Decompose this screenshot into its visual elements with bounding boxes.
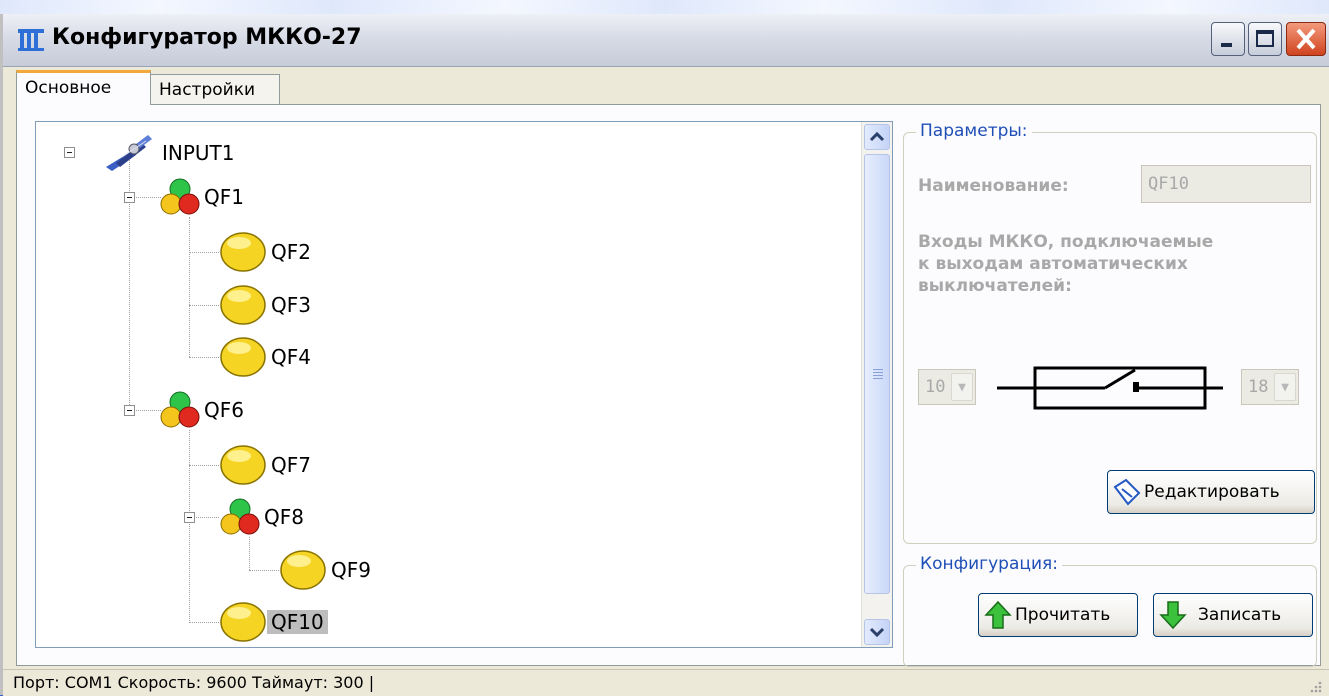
tree-connector bbox=[249, 570, 279, 571]
right-input-value: 18 bbox=[1248, 377, 1269, 397]
tree-connector bbox=[189, 305, 219, 306]
tree-node-label: QF9 bbox=[331, 558, 371, 582]
tree-node-qf10[interactable]: QF10 bbox=[219, 602, 328, 642]
tree-node-qf4[interactable]: QF4 bbox=[219, 337, 315, 377]
yellow-ball-icon bbox=[220, 232, 266, 272]
tree-node-label: QF4 bbox=[271, 345, 311, 369]
parameters-group-title: Параметры: bbox=[916, 121, 1032, 141]
name-field[interactable] bbox=[1141, 165, 1311, 203]
chevron-down-icon bbox=[869, 627, 885, 638]
configuration-group-title: Конфигурация: bbox=[916, 554, 1062, 574]
tree-node-qf3[interactable]: QF3 bbox=[219, 285, 315, 325]
satellite-icon bbox=[106, 135, 152, 171]
write-button-label: Записать bbox=[1198, 605, 1282, 625]
window-title: Конфигуратор МККО-27 bbox=[52, 25, 362, 50]
right-input-select[interactable]: 18 ▼ bbox=[1241, 369, 1299, 405]
tree-node-label: QF3 bbox=[271, 293, 311, 317]
tree-connector bbox=[189, 252, 219, 253]
name-label: Наименование: bbox=[918, 176, 1069, 196]
tree-node-qf9[interactable]: QF9 bbox=[279, 550, 375, 590]
arrow-up-icon bbox=[984, 600, 1012, 629]
left-input-value: 10 bbox=[925, 377, 946, 397]
tree-node-qf1[interactable]: QF1 bbox=[160, 177, 248, 217]
rgb-balls-icon bbox=[220, 498, 260, 535]
tree-node-label: QF1 bbox=[204, 185, 244, 209]
tree-expander[interactable] bbox=[124, 405, 135, 416]
tree-expander[interactable] bbox=[124, 192, 135, 203]
chevron-down-icon: ▼ bbox=[951, 373, 973, 401]
minimize-button[interactable] bbox=[1211, 22, 1245, 56]
tree-node-qf7[interactable]: QF7 bbox=[219, 445, 315, 485]
read-button[interactable]: Прочитать bbox=[978, 593, 1138, 637]
tree-node-label: QF6 bbox=[204, 398, 244, 422]
tree-node-qf6[interactable]: QF6 bbox=[160, 390, 248, 430]
tree-connector bbox=[189, 622, 219, 623]
tree-node-label: QF2 bbox=[271, 240, 311, 264]
tree-connector bbox=[189, 217, 190, 357]
title-bar[interactable]: Конфигуратор МККО-27 bbox=[3, 14, 1329, 67]
status-bar: Порт: COM1 Скорость: 9600 Таймаут: 300 | bbox=[3, 669, 1329, 696]
scroll-thumb[interactable] bbox=[864, 154, 890, 594]
tab-main[interactable]: Основное bbox=[16, 70, 151, 105]
yellow-ball-icon bbox=[280, 550, 326, 590]
tab-settings[interactable]: Настройки bbox=[150, 74, 280, 104]
tree-connector bbox=[189, 357, 219, 358]
scroll-up-button[interactable] bbox=[864, 124, 890, 150]
app-logo-icon bbox=[18, 29, 44, 51]
write-button[interactable]: Записать bbox=[1153, 593, 1313, 637]
status-text: Порт: COM1 Скорость: 9600 Таймаут: 300 | bbox=[13, 673, 375, 692]
tree-node-label: QF7 bbox=[271, 453, 311, 477]
read-button-label: Прочитать bbox=[1015, 605, 1111, 625]
rgb-balls-icon bbox=[160, 178, 200, 215]
yellow-ball-icon bbox=[220, 337, 266, 377]
rgb-balls-icon bbox=[160, 391, 200, 428]
edit-button[interactable]: Редактировать bbox=[1107, 470, 1315, 514]
left-input-select[interactable]: 10 ▼ bbox=[918, 369, 976, 405]
tree-node-qf2[interactable]: QF2 bbox=[219, 232, 315, 272]
inputs-label-line1: Входы МККО, подключаемые bbox=[918, 232, 1214, 252]
scroll-down-button[interactable] bbox=[864, 619, 890, 645]
tree-expander[interactable] bbox=[184, 512, 195, 523]
yellow-ball-icon bbox=[220, 602, 266, 642]
maximize-button[interactable] bbox=[1248, 22, 1282, 56]
chevron-up-icon bbox=[869, 131, 885, 142]
tree-node-label: INPUT1 bbox=[162, 141, 235, 165]
tree-scrollbar[interactable] bbox=[861, 122, 892, 647]
tree-node-label: QF10 bbox=[267, 610, 328, 634]
close-button[interactable] bbox=[1286, 22, 1326, 56]
tree-node-label: QF8 bbox=[264, 505, 304, 529]
minimize-icon bbox=[1221, 43, 1232, 47]
tree-node-input1[interactable]: INPUT1 bbox=[102, 133, 239, 173]
tree-expander[interactable] bbox=[64, 147, 75, 158]
inputs-label-line3: выключателей: bbox=[918, 276, 1072, 296]
yellow-ball-icon bbox=[220, 445, 266, 485]
breaker-switch-icon bbox=[997, 366, 1223, 410]
tree-connector bbox=[189, 430, 190, 623]
tree-node-qf8[interactable]: QF8 bbox=[220, 497, 308, 537]
device-tree[interactable]: INPUT1 QF1 QF2 QF3 QF4 QF6 QF7 QF8 QF9 Q… bbox=[35, 121, 893, 648]
tree-connector bbox=[249, 537, 250, 570]
edit-icon bbox=[1113, 478, 1141, 506]
resize-grip-icon[interactable] bbox=[1307, 678, 1323, 694]
yellow-ball-icon bbox=[220, 285, 266, 325]
arrow-down-icon bbox=[1159, 601, 1187, 630]
app-window: Конфигуратор МККО-27 Основное Настройки bbox=[0, 14, 1329, 696]
close-icon bbox=[1296, 28, 1316, 50]
edit-button-label: Редактировать bbox=[1144, 482, 1280, 502]
tree-connector bbox=[189, 465, 219, 466]
inputs-label-line2: к выходам автоматических bbox=[918, 254, 1188, 274]
chevron-down-icon: ▼ bbox=[1274, 373, 1296, 401]
maximize-icon bbox=[1256, 30, 1274, 47]
